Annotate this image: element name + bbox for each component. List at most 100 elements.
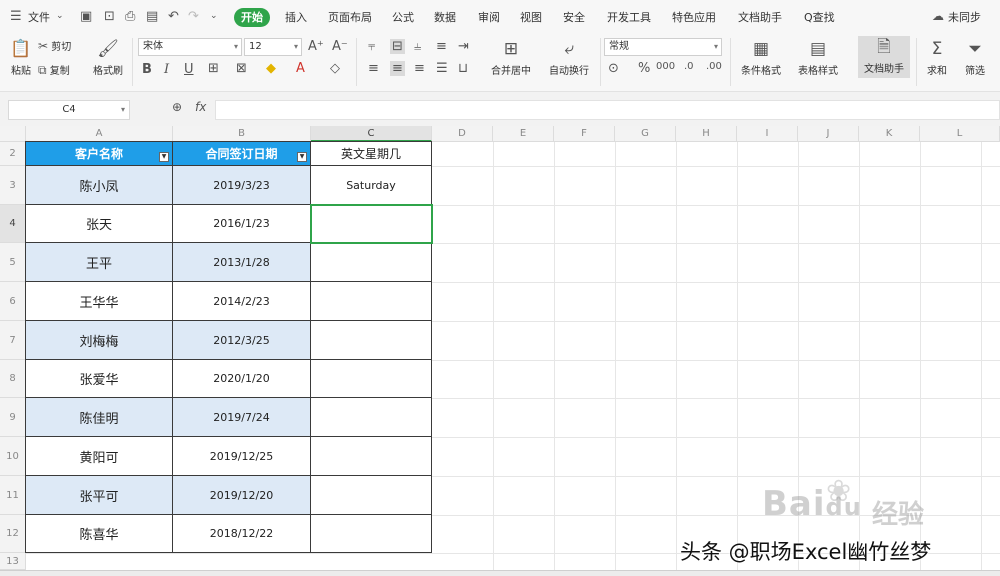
row-header[interactable]: 12 — [0, 515, 26, 553]
row-header[interactable]: 7 — [0, 321, 26, 360]
active-cell-outline[interactable] — [310, 204, 433, 244]
table-cell[interactable]: 王平 — [25, 242, 173, 282]
tab-view[interactable]: 视图 — [520, 9, 542, 25]
table-cell[interactable]: 2019/12/25 — [172, 436, 311, 476]
select-all-corner[interactable] — [0, 126, 26, 142]
tab-insert[interactable]: 插入 — [285, 9, 307, 25]
table-cell[interactable]: 2019/7/24 — [172, 397, 311, 437]
tab-formulas[interactable]: 公式 — [392, 9, 414, 25]
column-header[interactable]: D — [432, 126, 493, 142]
table-cell[interactable]: 张天 — [25, 204, 173, 243]
column-header[interactable]: I — [737, 126, 798, 142]
justify-icon[interactable]: ☰ — [436, 61, 448, 76]
table-cell[interactable]: 2016/1/23 — [172, 204, 311, 243]
bold-icon[interactable]: B — [142, 62, 152, 77]
save-icon[interactable]: ▣ — [80, 9, 92, 24]
row-header[interactable]: 2 — [0, 142, 26, 166]
cut-button[interactable]: ✂ 剪切 — [38, 38, 80, 53]
filter-button[interactable]: ⏷ 筛选 — [958, 38, 992, 77]
align-middle-icon[interactable]: ⊟ — [390, 39, 405, 54]
border-icon[interactable]: ⊞ — [208, 61, 219, 76]
table-cell[interactable]: 2020/1/20 — [172, 359, 311, 398]
italic-icon[interactable]: I — [164, 62, 169, 77]
cell-style-icon[interactable]: ⊠ — [236, 61, 247, 76]
row-header[interactable]: 6 — [0, 282, 26, 321]
column-header[interactable]: A — [26, 126, 173, 142]
file-menu[interactable]: 文件 — [28, 9, 50, 25]
column-header[interactable]: F — [554, 126, 615, 142]
increase-decimal-icon[interactable]: .0 — [684, 61, 694, 72]
tab-developer[interactable]: 开发工具 — [607, 9, 651, 25]
row-header[interactable]: 10 — [0, 437, 26, 476]
undo-icon[interactable]: ↶ — [168, 9, 179, 24]
column-header[interactable]: E — [493, 126, 554, 142]
quick-access-more-icon[interactable]: ⌄ — [210, 11, 218, 21]
table-cell[interactable] — [310, 436, 432, 476]
table-cell[interactable]: Saturday — [310, 165, 432, 205]
table-cell[interactable]: 陈小凤 — [25, 165, 173, 205]
doc-helper-button[interactable]: 🗎 文档助手 — [858, 36, 910, 78]
table-cell[interactable]: 黄阳可 — [25, 436, 173, 476]
filter-dropdown-icon[interactable]: ▼ — [159, 152, 169, 162]
font-color-icon[interactable]: A — [296, 61, 305, 76]
tab-page-layout[interactable]: 页面布局 — [328, 9, 372, 25]
tab-doc-helper[interactable]: 文档助手 — [738, 9, 782, 25]
number-format-select[interactable]: 常规 ▾ — [604, 38, 722, 56]
align-top-icon[interactable]: ⫧ — [368, 39, 375, 54]
print-preview-icon[interactable]: ▤ — [146, 9, 158, 24]
tab-special-apps[interactable]: 特色应用 — [672, 9, 716, 25]
row-header[interactable]: 5 — [0, 243, 26, 282]
table-cell[interactable]: 2019/12/20 — [172, 475, 311, 515]
align-center-icon[interactable]: ≡ — [390, 61, 405, 76]
table-cell[interactable] — [310, 281, 432, 321]
fx-icon[interactable]: fx — [195, 100, 206, 114]
redo-icon[interactable]: ↷ — [188, 9, 199, 24]
table-header-cell[interactable]: 客户名称 ▼ — [25, 141, 173, 166]
row-header[interactable]: 9 — [0, 398, 26, 437]
tab-home[interactable]: 开始 — [234, 8, 270, 27]
indent-icon[interactable]: ⇥ — [458, 39, 469, 54]
column-header[interactable]: B — [173, 126, 311, 142]
column-header[interactable]: L — [920, 126, 1000, 142]
distribute-icon[interactable]: ⊔ — [458, 61, 468, 76]
print-icon[interactable]: ⎙ — [125, 9, 135, 24]
table-cell[interactable]: 张爱华 — [25, 359, 173, 398]
table-cell[interactable]: 刘梅梅 — [25, 320, 173, 360]
table-cell[interactable] — [310, 514, 432, 553]
thousands-icon[interactable]: 000 — [656, 61, 675, 72]
align-bottom-icon[interactable]: ⫨ — [414, 39, 421, 54]
underline-icon[interactable]: U — [184, 62, 194, 77]
hamburger-menu-icon[interactable]: ☰ — [10, 9, 22, 24]
table-cell[interactable]: 2018/12/22 — [172, 514, 311, 553]
zoom-icon[interactable]: ⊕ — [172, 100, 182, 114]
formula-input[interactable] — [215, 100, 1000, 120]
table-cell[interactable] — [310, 242, 432, 282]
row-header-selected[interactable]: 4 — [0, 205, 26, 243]
column-header[interactable]: G — [615, 126, 676, 142]
column-header[interactable]: H — [676, 126, 737, 142]
decrease-font-icon[interactable]: A⁻ — [332, 39, 348, 54]
table-cell[interactable] — [310, 359, 432, 398]
export-pdf-icon[interactable]: ⊡ — [104, 9, 115, 24]
fill-color-icon[interactable]: ◆ — [266, 61, 276, 76]
paste-button[interactable]: 📋 粘贴 — [6, 38, 36, 77]
wrap-text-button[interactable]: ⤶ 自动换行 — [544, 38, 594, 77]
row-header[interactable]: 8 — [0, 360, 26, 398]
copy-button[interactable]: ⧉ 复制 — [38, 62, 80, 78]
sum-button[interactable]: Σ 求和 — [920, 38, 954, 77]
table-cell[interactable]: 张平可 — [25, 475, 173, 515]
orientation-icon[interactable]: ≡ — [436, 39, 447, 54]
clear-format-icon[interactable]: ◇ — [330, 61, 340, 76]
tab-security[interactable]: 安全 — [563, 9, 585, 25]
chevron-down-icon[interactable]: ⌄ — [56, 11, 64, 21]
table-cell[interactable] — [310, 397, 432, 437]
row-header[interactable]: 13 — [0, 553, 26, 570]
table-cell[interactable]: 2019/3/23 — [172, 165, 311, 205]
decrease-decimal-icon[interactable]: .00 — [706, 61, 722, 72]
row-header[interactable]: 3 — [0, 166, 26, 205]
percent-icon[interactable]: % — [638, 61, 650, 76]
table-cell[interactable] — [310, 320, 432, 360]
font-name-select[interactable]: 宋体 ▾ — [138, 38, 242, 56]
table-cell[interactable] — [310, 475, 432, 515]
filter-dropdown-icon[interactable]: ▼ — [297, 152, 307, 162]
